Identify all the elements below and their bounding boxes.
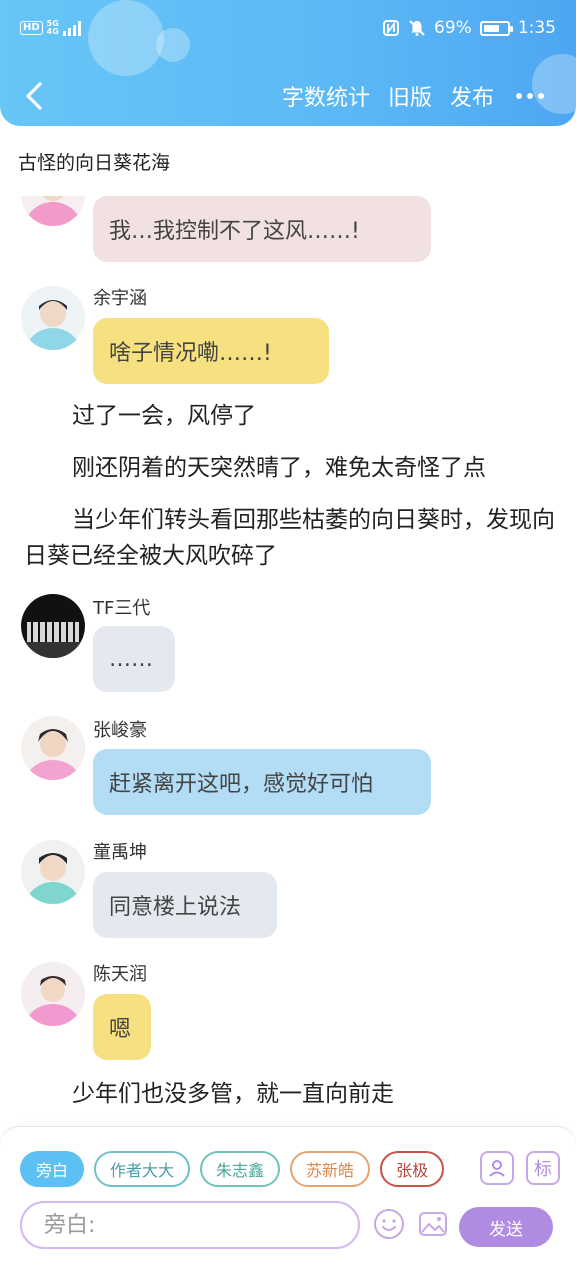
narration-text[interactable]: 过了一会，风停了 (24, 398, 556, 434)
publish-button[interactable]: 发布 (450, 80, 494, 112)
avatar-image (21, 286, 85, 350)
device-status: 69% 1:35 (382, 18, 556, 38)
back-button[interactable] (16, 78, 52, 114)
battery-level (483, 24, 499, 32)
smiley-icon[interactable] (372, 1207, 406, 1241)
story-title: 古怪的向日葵花海 (18, 152, 171, 174)
image-icon-svg (419, 1212, 447, 1236)
speaker-name: 陈天润 (93, 964, 147, 985)
message-bubble[interactable]: 同意楼上说法 (93, 872, 277, 938)
avatar[interactable] (21, 594, 85, 658)
avatar-image (21, 962, 85, 1026)
speaker-name: 童禹坤 (93, 842, 147, 863)
person-card-icon[interactable] (480, 1151, 514, 1185)
send-button[interactable]: 发送 (459, 1207, 553, 1247)
image-icon[interactable] (416, 1207, 450, 1241)
word-count-button[interactable]: 字数统计 (282, 80, 370, 112)
hd-badge: HD (20, 21, 43, 35)
chat-message[interactable]: 张峻豪 赶紧离开这吧，感觉好可怕 (0, 716, 576, 816)
avatar-image (21, 840, 85, 904)
chat-message[interactable]: 童禹坤 同意楼上说法 (0, 838, 576, 938)
network-sub-label: 4G (46, 27, 59, 36)
role-chip-su-xinhao[interactable]: 苏新皓 (290, 1151, 371, 1187)
role-chip-zhu-zhixin[interactable]: 朱志鑫 (200, 1151, 281, 1187)
role-chip-author[interactable]: 作者大大 (94, 1151, 191, 1187)
message-bubble[interactable]: …… (93, 626, 175, 692)
avatar-image (21, 196, 85, 226)
avatar[interactable] (21, 962, 85, 1026)
chevron-left-icon (26, 82, 42, 110)
narration-text[interactable]: 少年们也没多管，就一直向前走 (24, 1076, 556, 1112)
tag-label-icon[interactable]: 标 (526, 1151, 560, 1185)
battery-icon (479, 20, 513, 36)
avatar[interactable] (21, 286, 85, 350)
narration-text[interactable]: 当少年们转头看回那些枯萎的向日葵时，发现向日葵已经全被大风吹碎了 (24, 502, 556, 574)
speaker-name: TF三代 (93, 598, 151, 619)
chat-message[interactable]: 我…我控制不了这风……! (0, 196, 576, 266)
avatar[interactable] (21, 196, 85, 226)
network-status: HD 5G 4G (20, 20, 81, 36)
nfc-icon (383, 20, 400, 36)
message-bubble[interactable]: 啥子情况嘞……! (93, 318, 329, 384)
speaker-name: 张峻豪 (93, 720, 147, 741)
chat-message[interactable]: TF三代 …… (0, 594, 576, 694)
narration-text[interactable]: 刚还阴着的天突然晴了，难免太奇怪了点 (24, 450, 556, 486)
clock: 1:35 (517, 18, 556, 38)
speaker-name: 余宇涵 (93, 288, 147, 309)
nav-actions: 字数统计 旧版 发布 (282, 80, 548, 112)
chat-message[interactable]: 陈天润 嗯 (0, 960, 576, 1060)
message-bubble[interactable]: 嗯 (93, 994, 151, 1060)
more-dots-icon[interactable] (512, 81, 548, 111)
composer-panel: 旁白作者大大朱志鑫苏新皓张极 标 发送 (0, 1126, 576, 1280)
signal-icon (62, 20, 81, 36)
mute-bell-icon (409, 20, 425, 36)
role-selector: 旁白 作者大大 朱志鑫 苏新皓 张极 (20, 1151, 466, 1189)
battery-percent: 69% (434, 18, 472, 38)
smiley-icon-svg (374, 1209, 404, 1239)
avatar-image (21, 716, 85, 780)
avatar-image (21, 594, 85, 658)
chat-message[interactable]: 余宇涵 啥子情况嘞……! (0, 284, 576, 384)
nav-bar: 字数统计 旧版 发布 (0, 70, 576, 122)
message-input[interactable] (20, 1201, 360, 1249)
app-header: HD 5G 4G 69% 1:35 字数统计 旧版 发布 (0, 0, 576, 126)
old-version-button[interactable]: 旧版 (388, 80, 432, 112)
status-bar: HD 5G 4G 69% 1:35 (0, 0, 576, 64)
network-type: 5G 4G (47, 20, 59, 36)
person-icon (489, 1160, 505, 1177)
message-bubble[interactable]: 我…我控制不了这风……! (93, 196, 431, 262)
chat-area[interactable]: 我…我控制不了这风……! 余宇涵 啥子情况嘞……! 过了一会，风停了 刚还阴着的… (0, 196, 576, 1126)
message-bubble[interactable]: 赶紧离开这吧，感觉好可怕 (93, 749, 431, 815)
avatar[interactable] (21, 840, 85, 904)
role-chip-narrator[interactable]: 旁白 (20, 1151, 85, 1187)
role-chip-zhang-ji[interactable]: 张极 (380, 1151, 445, 1187)
avatar[interactable] (21, 716, 85, 780)
